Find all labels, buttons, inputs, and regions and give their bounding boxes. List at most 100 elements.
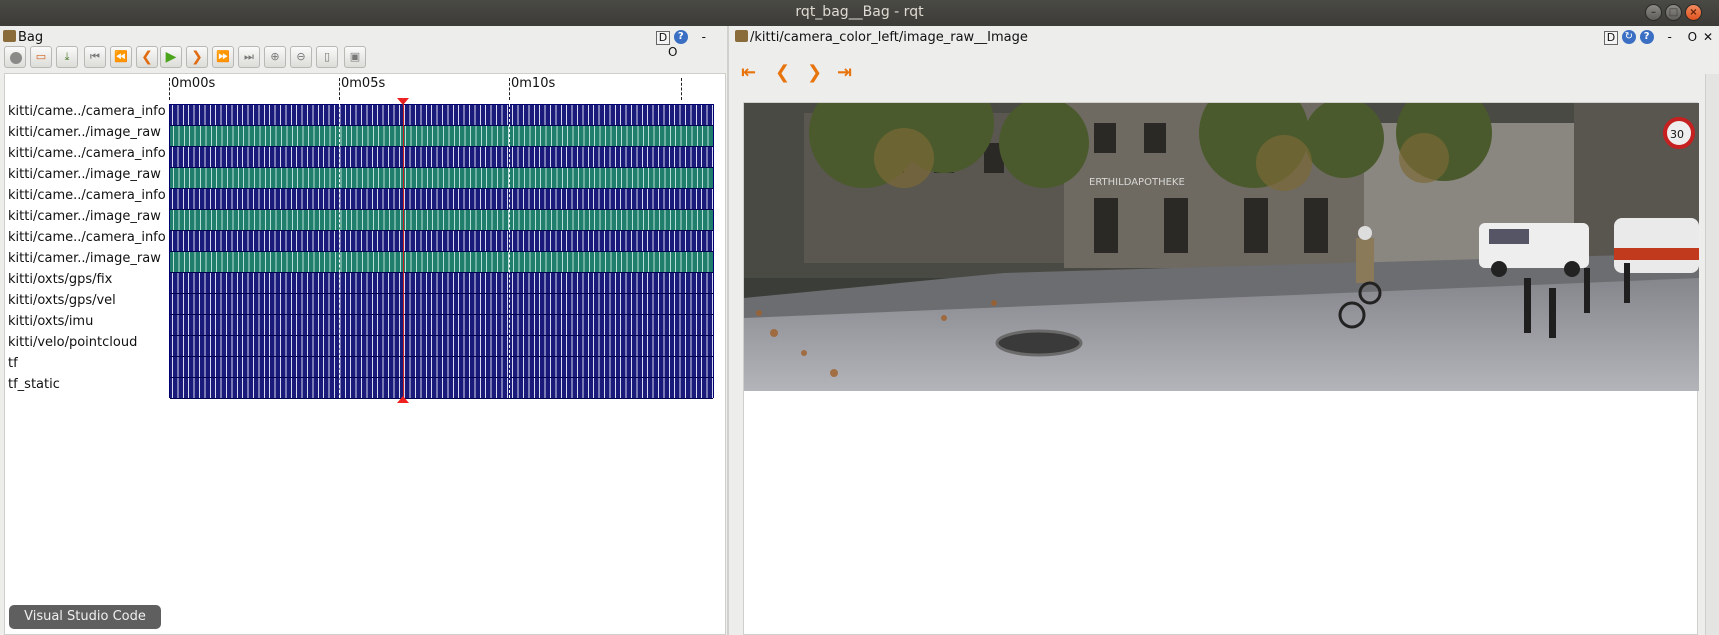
dock-d-button[interactable]: D [656,31,670,45]
topic-message-row[interactable] [170,294,713,315]
topic-message-row[interactable] [170,189,713,210]
topic-message-row[interactable] [170,336,713,357]
record-button[interactable] [4,46,26,68]
next-frame-icon[interactable]: ❯ [807,62,822,83]
topic-label[interactable]: kitti/camer../image_raw [8,164,166,185]
topic-message-row[interactable] [170,210,713,231]
fast-forward-icon: ⏩ [216,50,230,63]
topic-message-row[interactable] [170,231,713,252]
save-icon: ⤓ [64,50,70,63]
zoom-in-icon: ⊕ [270,50,280,63]
zoom-out-button[interactable]: ⊖ [290,46,312,68]
open-button[interactable]: ▭ [30,46,52,68]
topic-message-row[interactable] [170,105,713,126]
tick-line [509,78,510,100]
step-back-button[interactable]: ❮ [136,46,158,68]
bag-dock-titlebar: Bag D ? - O [0,26,727,59]
play-icon: ▶ [165,49,177,65]
skip-start-icon: ⏮ [90,50,100,63]
bag-timeline[interactable]: 0m00s 0m05s 0m10s kitti/came../camera_in… [4,73,726,635]
topic-message-row[interactable] [170,315,713,336]
topic-message-row[interactable] [170,378,713,399]
image-view: ERTHILDAPOTHEKE 30 [743,102,1699,635]
topic-label[interactable]: tf_static [8,374,166,395]
topic-message-row[interactable] [170,252,713,273]
topic-message-row[interactable] [170,273,713,294]
last-frame-icon[interactable]: ⇥ [837,62,852,83]
step-forward-button[interactable]: ❯ [186,46,208,68]
topic-label[interactable]: kitti/oxts/imu [8,311,166,332]
topic-label[interactable]: kitti/oxts/gps/vel [8,290,166,311]
maximize-button[interactable]: □ [1665,4,1682,21]
topic-label[interactable]: kitti/camer../image_raw [8,206,166,227]
save-button[interactable]: ⤓ [56,46,78,68]
image-help-icon[interactable]: ? [1639,30,1654,44]
bag-icon [3,30,16,42]
help-icon[interactable]: ? [673,30,688,44]
message-grid[interactable] [169,104,714,399]
speed-sign-text: 30 [1670,128,1684,141]
step-forward-icon: ❯ [191,49,203,65]
topic-message-row[interactable] [170,357,713,378]
image-dock-d-button[interactable]: D [1604,31,1618,45]
go-end-button[interactable]: ⏭ [238,46,260,68]
thumbnails-button[interactable]: ▣ [344,46,366,68]
topic-message-row[interactable] [170,168,713,189]
time-ruler: 0m00s 0m05s 0m10s [169,74,714,101]
tick-label: 0m00s [171,76,216,91]
window-titlebar: rqt_bag__Bag - rqt – □ × [0,0,1719,26]
zoom-in-button[interactable]: ⊕ [264,46,286,68]
topic-label[interactable]: kitti/came../camera_info [8,143,166,164]
tick-line [681,78,682,100]
bag-panel-title: Bag [18,30,44,45]
go-start-button[interactable]: ⏮ [84,46,106,68]
zoom-reset-button[interactable]: ▯ [316,46,338,68]
record-dot [10,52,22,64]
vscode-tooltip: Visual Studio Code [9,605,161,629]
image-panel-title: /kitti/camera_color_left/image_raw__Imag… [750,30,1028,45]
zoom-out-icon: ⊖ [296,50,306,63]
first-frame-icon[interactable]: ⇤ [741,62,756,83]
topic-label[interactable]: kitti/oxts/gps/fix [8,269,166,290]
image-dock-minimize-button[interactable]: - [1667,30,1671,44]
tick-label: 0m10s [511,76,556,91]
fast-forward-button[interactable]: ⏩ [212,46,234,68]
window-title: rqt_bag__Bag - rqt [795,4,924,20]
playhead-bottom-marker[interactable] [397,396,410,403]
grid-divider [509,104,510,398]
pharmacy-sign: ERTHILDAPOTHEKE [1089,177,1185,188]
topic-message-row[interactable] [170,147,713,168]
refresh-icon[interactable]: ↻ [1621,30,1636,44]
skip-end-icon: ⏭ [244,50,254,63]
zoom-reset-icon: ▯ [323,50,331,63]
play-button[interactable]: ▶ [160,46,182,68]
rewind-button[interactable]: ⏪ [110,46,132,68]
topic-label[interactable]: kitti/came../camera_info [8,185,166,206]
image-dock-close-button[interactable]: ✕ [1703,30,1713,44]
step-back-icon: ❮ [141,49,153,65]
image-panel-scrollbar[interactable] [1705,74,1719,635]
street-scene-image: ERTHILDAPOTHEKE 30 [744,103,1699,391]
minimize-button[interactable]: – [1645,4,1662,21]
topic-message-row[interactable] [170,126,713,147]
image-dock-float-button[interactable]: O [1688,30,1697,44]
dock-minimize-button[interactable]: - [702,30,706,44]
close-window-button[interactable]: × [1685,4,1702,21]
bag-dock-controls: D ? - O [656,30,727,59]
image-dock-controls: D ↻ ? - O ✕ [1604,30,1713,45]
topic-label[interactable]: kitti/came../camera_info [8,227,166,248]
image-dock-titlebar: /kitti/camera_color_left/image_raw__Imag… [729,26,1719,46]
tick-line [339,78,340,100]
grid-divider [339,104,340,398]
topic-label[interactable]: kitti/camer../image_raw [8,248,166,269]
dock-float-button[interactable]: O [668,45,677,59]
tick-line [169,78,170,100]
playhead[interactable] [403,101,405,401]
topic-label[interactable]: kitti/camer../image_raw [8,122,166,143]
topic-label[interactable]: tf [8,353,166,374]
prev-frame-icon[interactable]: ❮ [775,62,790,83]
image-bag-icon [735,30,748,42]
topic-label[interactable]: kitti/velo/pointcloud [8,332,166,353]
topic-label[interactable]: kitti/came../camera_info [8,101,166,122]
rewind-icon: ⏪ [114,50,128,63]
